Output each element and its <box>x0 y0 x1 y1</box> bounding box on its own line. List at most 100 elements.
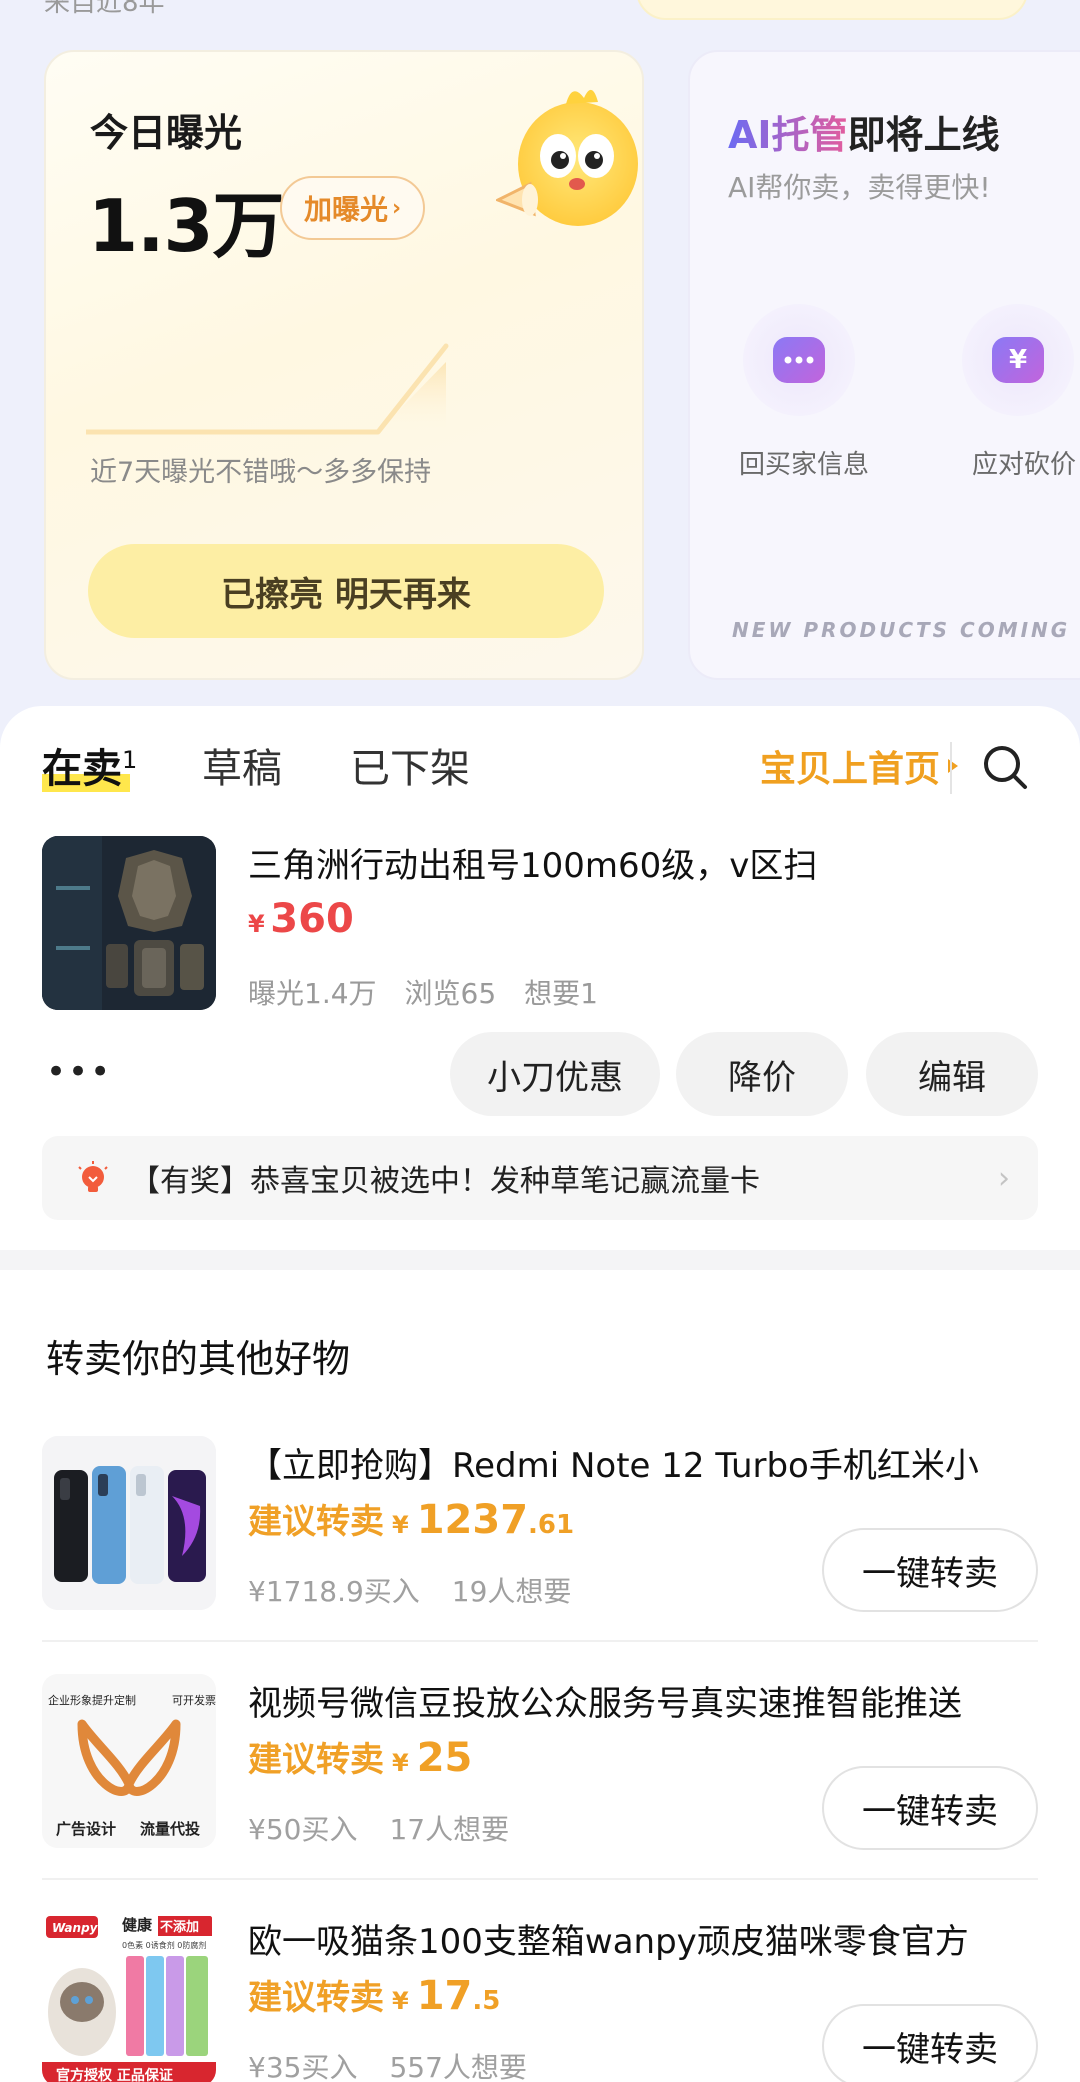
resell-bought: ¥35买入 <box>248 2051 358 2082</box>
resell-wants: 19人想要 <box>451 1575 572 1608</box>
yen-icon: ¥ <box>992 337 1044 383</box>
boost-exposure-label: 加曝光 <box>304 193 389 226</box>
listing-stats: 曝光1.4万 浏览65 想要1 <box>248 972 598 1012</box>
coming-soon-banner: NEW PRODUCTS COMING SOON <box>732 618 1080 642</box>
resell-thumbnail: 企业形象提升定制 可开发票 广告设计 流量代投 <box>42 1674 216 1848</box>
resell-currency: ¥ <box>392 1749 409 1777</box>
chevron-right-icon: › <box>392 195 402 221</box>
resell-currency: ¥ <box>392 1511 409 1539</box>
stat-wants: 想要1 <box>524 977 598 1010</box>
homepage-promo-link[interactable]: 宝贝上首页 <box>760 740 960 792</box>
resell-bought: ¥50买入 <box>248 1813 358 1846</box>
one-click-resell-button[interactable]: 一键转卖 <box>822 1528 1038 1612</box>
more-options-button[interactable]: ••• <box>46 1052 112 1092</box>
thumb-text: 健康 <box>122 1916 153 1934</box>
cat-treat-image: Wanpy 健康 不添加 0色素 0诱食剂 0防腐剂 官方授权 正品保证 <box>42 1912 216 2082</box>
resell-title: 【立即抢购】Redmi Note 12 Turbo手机红米小 <box>248 1446 979 1486</box>
resell-price: 建议转卖 ¥ 1237 .61 <box>248 1494 574 1543</box>
resell-price: 建议转卖 ¥ 17 .5 <box>248 1970 500 2019</box>
ad-service-image: 企业形象提升定制 可开发票 广告设计 流量代投 <box>42 1674 216 1848</box>
resell-price-label: 建议转卖 <box>248 1978 384 2018</box>
reward-notice[interactable]: 【有奖】恭喜宝贝被选中！发种草笔记赢流量卡 › <box>42 1136 1038 1220</box>
exposure-title: 今日曝光 <box>90 111 243 155</box>
exposure-note: 近7天曝光不错哦～多多保持 <box>90 457 432 488</box>
stat-views: 浏览65 <box>404 977 497 1010</box>
reward-notice-text: 【有奖】恭喜宝贝被选中！发种草笔记赢流量卡 <box>130 1164 760 1199</box>
thumb-text: 可开发票 <box>172 1693 216 1707</box>
chat-icon <box>773 337 825 383</box>
listing-price-currency: ¥ <box>248 910 265 938</box>
ai-feature-bargain-label: 应对砍价 <box>972 450 1077 480</box>
resell-price-label: 建议转卖 <box>248 1502 384 1542</box>
tab-on-sale[interactable]: 在卖1 <box>42 736 137 794</box>
thumb-text: 广告设计 <box>56 1820 116 1838</box>
thumb-text: 流量代投 <box>140 1820 200 1838</box>
boost-exposure-button[interactable]: 加曝光 › <box>280 176 426 240</box>
resell-price-int: 25 <box>416 1735 473 1781</box>
phone-product-image <box>42 1436 216 1610</box>
resell-wants: 557人想要 <box>389 2051 527 2082</box>
ai-title-rest: 即将上线 <box>847 113 1000 157</box>
ai-card-title: AI托管即将上线 <box>728 104 1000 159</box>
mascot-icon <box>496 89 638 226</box>
thumb-text: Wanpy <box>52 1921 99 1935</box>
resell-meta: ¥1718.9买入 19人想要 <box>248 1570 571 1610</box>
resell-thumbnail <box>42 1436 216 1610</box>
resell-item[interactable]: Wanpy 健康 不添加 0色素 0诱食剂 0防腐剂 官方授权 正品保证 欧一吸… <box>0 1912 1080 2082</box>
resell-price-int: 17 <box>416 1973 473 2019</box>
thumb-text: 0色素 0诱食剂 0防腐剂 <box>122 1940 206 1950</box>
listing-tabs: 在卖1 草稿 已下架 宝贝上首页 <box>0 706 1080 816</box>
resell-thumbnail: Wanpy 健康 不添加 0色素 0诱食剂 0防腐剂 官方授权 正品保证 <box>42 1912 216 2082</box>
one-click-resell-button[interactable]: 一键转卖 <box>822 1766 1038 1850</box>
thumb-text: 不添加 <box>160 1919 199 1935</box>
tab-delisted[interactable]: 已下架 <box>350 736 470 794</box>
divider <box>950 742 952 794</box>
divider <box>42 1878 1038 1880</box>
tab-on-sale-label: 在卖 <box>42 746 122 792</box>
tab-drafts[interactable]: 草稿 <box>202 736 282 794</box>
resell-currency: ¥ <box>392 1987 409 2015</box>
divider <box>42 1640 1038 1642</box>
listing-thumbnail[interactable] <box>42 836 216 1010</box>
ai-feature-reply-label: 回买家信息 <box>739 450 870 480</box>
resell-title: 欧一吸猫条100支整箱wanpy顽皮猫咪零食官方 <box>248 1922 969 1962</box>
discount-button[interactable]: 小刀优惠 <box>450 1032 660 1116</box>
tab-on-sale-count: 1 <box>122 745 138 774</box>
ai-feature-reply[interactable] <box>743 304 855 416</box>
thumb-text: 官方授权 正品保证 <box>56 2067 173 2082</box>
my-listings-panel: 在卖1 草稿 已下架 宝贝上首页 三角洲行动出租号100m60级，v区扫 ¥ 3… <box>0 706 1080 2082</box>
top-cutoff: 来自近8年 <box>0 0 1080 40</box>
resell-meta: ¥35买入 557人想要 <box>248 2046 527 2082</box>
ai-feature-bargain[interactable]: ¥ <box>962 304 1074 416</box>
lower-price-button[interactable]: 降价 <box>676 1032 848 1116</box>
listing-price: ¥ 360 <box>248 896 354 942</box>
resell-price-dec: .5 <box>472 1986 501 2016</box>
resell-bought: ¥1718.9买入 <box>248 1575 420 1608</box>
polish-done-button[interactable]: 已擦亮 明天再来 <box>88 544 604 638</box>
listing-title[interactable]: 三角洲行动出租号100m60级，v区扫 <box>248 838 817 887</box>
exposure-card[interactable]: 今日曝光 1.3万 加曝光 › 近7天曝光不错哦～多多保持 已擦亮 明天再来 <box>44 50 644 680</box>
resell-title: 视频号微信豆投放公众服务号真实速推智能推送 <box>248 1684 962 1724</box>
stat-exposure: 曝光1.4万 <box>248 977 377 1010</box>
resell-item[interactable]: 企业形象提升定制 可开发票 广告设计 流量代投 视频号微信豆投放公众服务号真实速… <box>0 1674 1080 1912</box>
top-cut-text: 来自近8年 <box>44 0 165 18</box>
search-icon[interactable] <box>980 742 1030 792</box>
edit-button[interactable]: 编辑 <box>866 1032 1038 1116</box>
resell-price: 建议转卖 ¥ 25 <box>248 1732 472 1781</box>
resell-section-title: 转卖你的其他好物 <box>46 1337 351 1381</box>
ai-card-subtitle: AI帮你卖，卖得更快! <box>728 171 991 204</box>
resell-item[interactable]: 【立即抢购】Redmi Note 12 Turbo手机红米小 建议转卖 ¥ 12… <box>0 1436 1080 1674</box>
ai-managed-card[interactable]: AI托管即将上线 AI帮你卖，卖得更快! 回买家信息 ¥ 应对砍价 NEW PR… <box>688 50 1080 680</box>
resell-price-dec: .61 <box>528 1510 575 1540</box>
resell-wants: 17人想要 <box>389 1813 510 1846</box>
listing-price-value: 360 <box>270 896 354 942</box>
one-click-resell-button[interactable]: 一键转卖 <box>822 2004 1038 2082</box>
top-cut-pill[interactable] <box>636 0 1028 20</box>
exposure-value: 1.3万 <box>88 184 285 268</box>
resell-meta: ¥50买入 17人想要 <box>248 1808 509 1848</box>
game-item-image <box>42 836 216 1010</box>
homepage-promo-label: 宝贝上首页 <box>760 749 941 790</box>
ai-title-accent: AI托管 <box>728 113 848 157</box>
resell-price-int: 1237 <box>416 1497 529 1543</box>
lightbulb-icon <box>78 1161 108 1192</box>
